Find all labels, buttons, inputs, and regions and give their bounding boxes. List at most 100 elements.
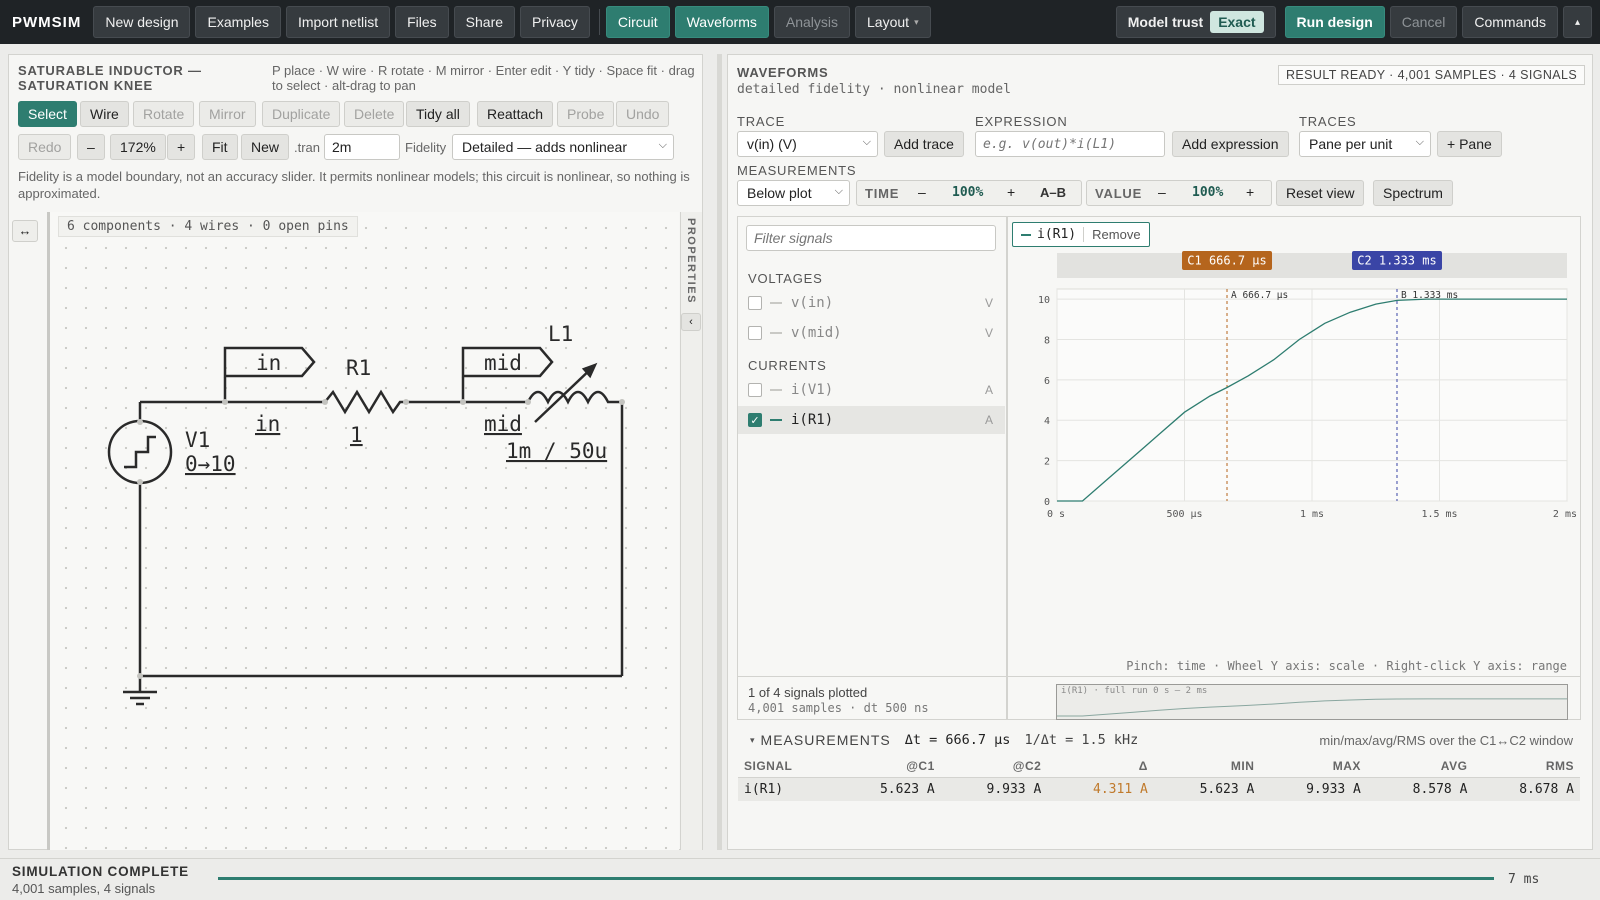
filter-signals-input[interactable] [746,225,996,251]
net-label-mid: mid [484,412,522,436]
pin-dot[interactable] [322,399,328,405]
expand-properties-button[interactable]: ‹ [681,313,701,331]
trace-select[interactable]: v(in) (V) ⌵ [737,131,878,157]
wire-tool-button[interactable]: Wire [80,101,129,127]
schematic-drawing[interactable]: in mid R1 1 in mid L1 1m / 50u V1 0→10 [50,212,679,850]
fit-button[interactable]: Fit [202,134,238,160]
undo-button[interactable]: Undo [616,101,670,127]
trace-chip-remove-button[interactable]: Remove [1083,227,1148,242]
time-zoom-in-button[interactable]: + [1007,184,1015,200]
signal-checkbox[interactable] [748,326,762,340]
spectrum-button[interactable]: Spectrum [1373,180,1453,206]
probe-button[interactable]: Probe [557,101,615,127]
duplicate-button[interactable]: Duplicate [262,101,341,127]
x-tick-label: 2 ms [1553,509,1577,520]
signal-name: v(in) [791,295,834,311]
value-zoom-out-button[interactable]: – [1158,184,1166,200]
properties-tab-label[interactable]: PROPERTIES [685,218,697,304]
value-zoom-in-button[interactable]: + [1246,184,1254,200]
select-tool-button[interactable]: Select [18,101,77,127]
signal-checkbox[interactable] [748,296,762,310]
redo-button[interactable]: Redo [18,134,72,160]
table-row[interactable]: i(R1) 5.623 A 9.933 A 4.311 A 5.623 A 9.… [738,777,1580,801]
pin-dot[interactable] [460,399,466,405]
app-brand: PWMSIM [12,13,82,31]
add-trace-button[interactable]: Add trace [884,131,964,157]
new-button[interactable]: New [241,134,290,160]
new-design-button[interactable]: New design [93,6,191,38]
zoom-in-button[interactable]: + [167,134,196,160]
tran-input[interactable]: 2m [324,134,400,160]
pin-dot[interactable] [403,399,409,405]
schematic-canvas[interactable]: in mid R1 1 in mid L1 1m / 50u V1 0→10 6… [47,212,679,850]
zoom-level[interactable]: 172% [110,134,166,160]
reset-view-button[interactable]: Reset view [1276,180,1365,206]
measurements-bar[interactable]: ▾ MEASUREMENTS Δt = 666.7 µs 1/Δt = 1.5 … [738,729,1581,751]
ab-cursors-button[interactable]: A–B [1040,185,1066,200]
signal-row-v-in[interactable]: v(in) V [738,289,1005,317]
signal-checkbox[interactable] [748,383,762,397]
panel-splitter[interactable] [717,54,722,850]
files-button[interactable]: Files [395,6,449,38]
reattach-button[interactable]: Reattach [477,101,554,127]
overview-chart[interactable]: i(R1) · full run 0 s – 2 ms [1056,684,1568,720]
run-design-button[interactable]: Run design [1284,6,1385,38]
r1-value: 1 [350,423,363,447]
tidy-all-button[interactable]: Tidy all [406,101,470,127]
collapse-toolbox-button[interactable]: ↔ [12,220,38,242]
model-trust-badge[interactable]: Model trust Exact [1115,6,1276,38]
pin-dot[interactable] [222,399,228,405]
pin-dot[interactable] [137,673,143,679]
import-netlist-button[interactable]: Import netlist [285,6,391,38]
traces-select[interactable]: Pane per unit ⌵ [1299,131,1431,157]
signal-checkbox-checked[interactable]: ✓ [748,413,762,427]
trace-chip-i-r1[interactable]: i(R1) Remove [1012,222,1150,247]
time-zoom-out-button[interactable]: – [918,184,926,200]
tab-analysis[interactable]: Analysis [773,6,851,38]
value-at-c2-cell: 9.933 A [940,777,1048,801]
plotted-count: 1 of 4 signals plotted [748,685,868,700]
examples-button[interactable]: Examples [195,6,281,38]
share-button[interactable]: Share [453,6,516,38]
pin-dot[interactable] [137,479,143,485]
column-header: MAX [1260,755,1367,778]
add-pane-button[interactable]: + Pane [1437,131,1502,157]
privacy-button[interactable]: Privacy [520,6,590,38]
delete-button[interactable]: Delete [344,101,405,127]
pin-dot[interactable] [137,419,143,425]
pin-dot[interactable] [619,399,625,405]
rotate-button[interactable]: Rotate [133,101,195,127]
measurements-position-value: Below plot [747,185,812,201]
waveform-chart[interactable]: C1 666.7 µs C2 1.333 ms 0 2 4 6 8 10 0 s 500 µs… [1007,247,1581,697]
progress-fill [218,877,1494,880]
tab-waveforms[interactable]: Waveforms [674,6,769,38]
layout-menu-button[interactable]: Layout ▾ [855,6,931,38]
y-tick-label: 4 [1044,416,1050,427]
resistor-r1[interactable] [324,389,406,415]
cursor-marker-label: A 666.7 µs [1231,290,1288,301]
traces-value: Pane per unit [1309,136,1393,152]
add-expression-button[interactable]: Add expression [1172,131,1289,157]
tab-circuit[interactable]: Circuit [605,6,670,38]
chevron-down-icon: ⌵ [658,139,667,151]
signal-row-i-r1[interactable]: ✓ i(R1) A [738,406,1005,434]
design-title-line2: SATURATION KNEE [18,78,154,93]
cancel-button[interactable]: Cancel [1389,6,1458,38]
properties-sidebar[interactable]: PROPERTIES ‹ [680,212,702,850]
inductor-l1[interactable] [526,390,622,405]
fidelity-note: Fidelity is a model boundary, not an acc… [18,169,690,201]
zoom-out-button[interactable]: – [77,134,105,160]
signal-row-v-mid[interactable]: v(mid) V [738,319,1005,347]
r1-name: R1 [346,356,371,380]
collapse-measurements-icon[interactable]: ▾ [750,735,755,746]
expression-input[interactable] [975,131,1165,157]
signal-row-i-v1[interactable]: i(V1) A [738,376,1005,404]
layout-label: Layout [867,14,910,30]
mirror-button[interactable]: Mirror [199,101,256,127]
signal-unit: A [984,413,993,427]
fidelity-select[interactable]: Detailed — adds nonlinear ⌵ [452,134,674,160]
pin-dot[interactable] [525,399,531,405]
commands-button[interactable]: Commands [1462,6,1558,38]
more-menu-button[interactable]: ▴ [1562,6,1592,38]
measurements-position-select[interactable]: Below plot ⌵ [737,180,850,206]
